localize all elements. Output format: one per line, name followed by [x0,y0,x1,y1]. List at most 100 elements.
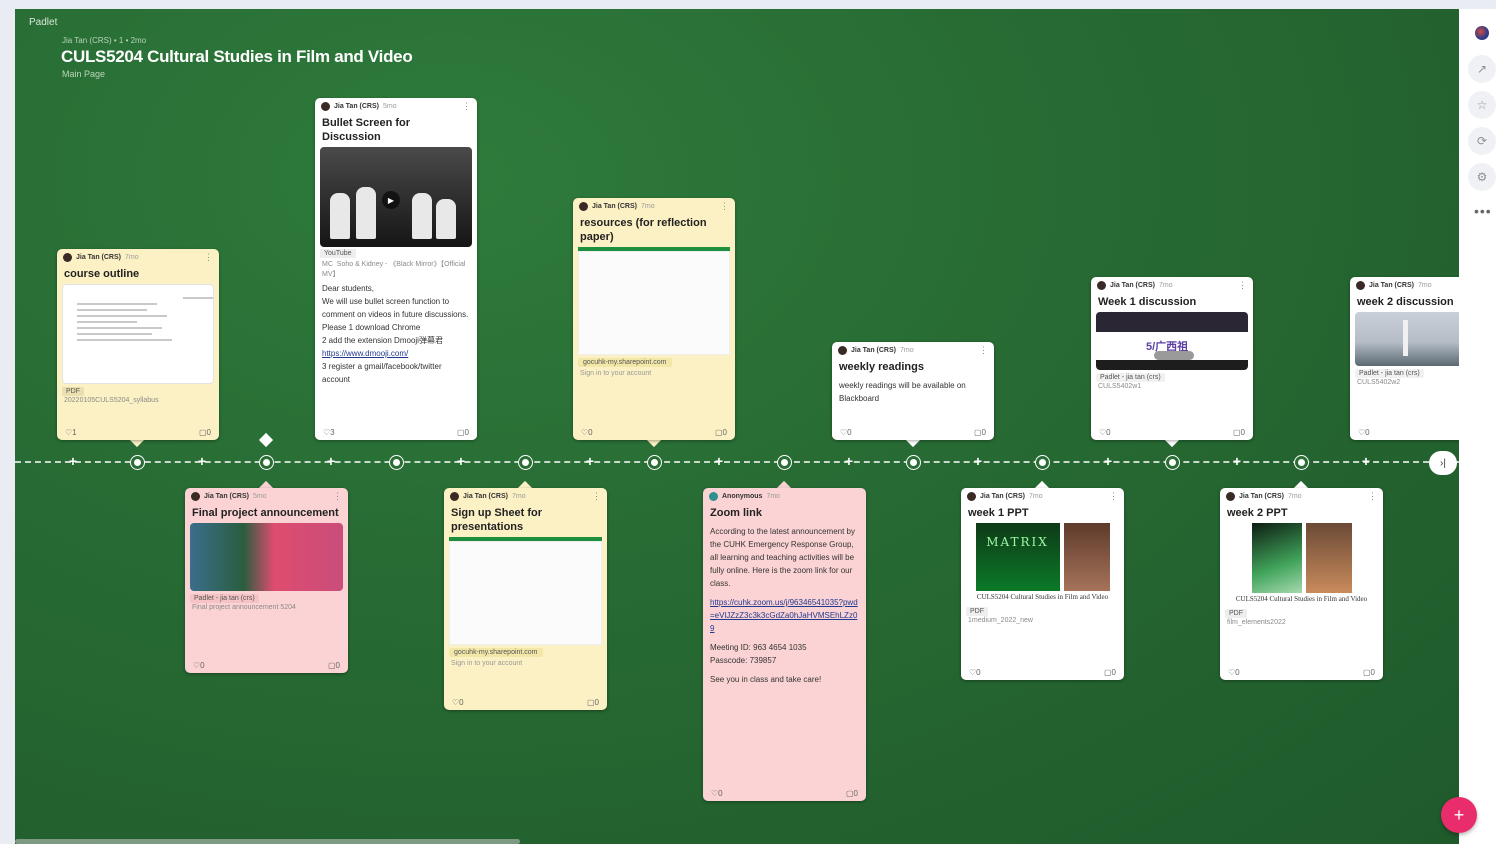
play-icon[interactable]: ▶ [382,191,400,209]
author-avatar [838,345,847,355]
comment-count: ▢0 [327,660,340,670]
add-post-plus-icon[interactable]: + [196,453,208,469]
author-name: Jia Tan (CRS) [76,253,121,261]
add-post-plus-icon[interactable]: + [584,453,596,469]
post-title: course outline [64,268,140,280]
share-icon[interactable]: ↗ [1468,55,1496,83]
comment-icon[interactable]: ▢ [1363,668,1371,677]
add-post-button[interactable]: + [1441,797,1477,833]
link-preview-image[interactable]: 5/广西祖 [1096,312,1248,370]
link-domain[interactable]: gocuhk-my.sharepoint.com [578,358,672,367]
comment-icon[interactable]: ▢ [199,428,207,437]
more-menu-icon[interactable]: ••• [1474,203,1492,219]
timeline-node [519,456,532,469]
more-options-icon[interactable]: ⋮ [333,491,342,502]
like-count: ♡0 [840,427,852,437]
more-options-icon[interactable]: ⋮ [592,491,601,502]
comment-icon[interactable]: ▢ [715,428,723,437]
comment-count: ▢0 [973,427,986,437]
add-post-plus-icon[interactable]: + [455,453,467,469]
comment-icon[interactable]: ▢ [1233,428,1241,437]
post-card-week1-ppt[interactable]: Jia Tan (CRS) 7mo ⋮ week 1 PPT MATRIX CULS… [961,488,1124,680]
more-options-icon[interactable]: ⋮ [1238,280,1247,291]
pdf-preview[interactable] [62,284,214,384]
add-post-plus-icon[interactable]: + [67,453,79,469]
timeline-node [1166,456,1179,469]
pdf-preview[interactable] [1220,523,1383,593]
more-options-icon[interactable]: ⋮ [1109,491,1118,502]
post-title: Zoom link [710,507,762,519]
zoom-meeting-link[interactable]: https://cuhk.zoom.us/j/96346541035?pwd=e… [710,596,859,635]
comment-icon[interactable]: ▢ [846,789,854,798]
post-age: 7mo [900,346,914,354]
link-preview-image[interactable] [190,523,343,591]
post-body: Dear students, We will use bullet screen… [322,284,470,384]
post-card-week1-discussion[interactable]: Jia Tan (CRS) 7mo ⋮ Week 1 discussion 5/广西… [1091,277,1253,440]
add-post-plus-icon[interactable]: + [1231,453,1243,469]
add-post-plus-icon[interactable]: + [325,453,337,469]
link-source[interactable]: Padlet - jia tan (crs) [1096,373,1165,382]
video-thumbnail[interactable]: ▶ [320,147,472,247]
post-title: week 1 PPT [968,507,1029,519]
comment-count: ▢0 [586,697,599,707]
post-card-weekly-readings[interactable]: Jia Tan (CRS) 7mo ⋮ weekly readings weekly… [832,342,994,440]
link-source[interactable]: Padlet - jia tan (crs) [1355,369,1424,378]
user-avatar[interactable] [1468,19,1496,47]
sheet-preview[interactable] [578,251,730,355]
comment-icon[interactable]: ▢ [328,661,336,670]
timeline-node [907,456,920,469]
comment-icon[interactable]: ▢ [587,698,595,707]
dmooji-link[interactable]: https://www.dmooji.com/ [322,347,470,360]
like-count: ♡0 [969,667,981,677]
more-options-icon[interactable]: ⋮ [720,201,729,212]
author-name: Jia Tan (CRS) [592,202,637,210]
star-icon[interactable]: ☆ [1468,91,1496,119]
post-card-week2-discussion[interactable]: Jia Tan (CRS)7mo⋮ week 2 discussion Padl… [1350,277,1459,440]
horizontal-scrollbar[interactable] [15,839,520,844]
timeline-node [648,456,661,469]
post-card-week2-ppt[interactable]: Jia Tan (CRS) 7mo ⋮ week 2 PPT CULS5204 Cu… [1220,488,1383,680]
post-card-bullet-screen[interactable]: Jia Tan (CRS) 5mo ⋮ Bullet Screen for Disc… [315,98,477,440]
post-card-course-outline[interactable]: Jia Tan (CRS) 7mo ⋮ course outline PDF 202… [57,249,219,440]
post-age: 7mo [641,202,655,210]
post-age: 7mo [766,492,781,500]
post-card-zoom-link[interactable]: Anonymous 7mo Zoom link According to the … [703,488,866,801]
scroll-to-end-button[interactable]: ›| [1429,451,1457,475]
link-preview-image[interactable] [1355,312,1459,366]
board-title: CULS5204 Cultural Studies in Film and Vi… [61,47,413,66]
board-meta: Jia Tan (CRS) • 1 • 2mo [62,36,147,45]
add-post-plus-icon[interactable]: + [1102,453,1114,469]
author-avatar [1097,280,1106,290]
right-toolbar: ↗ ☆ ⟳ ⚙ ••• [1459,9,1496,844]
more-options-icon[interactable]: ⋮ [204,252,213,263]
post-age: 7mo [125,253,139,261]
post-title: Sign up Sheet for presentations [451,507,543,533]
settings-gear-icon[interactable]: ⚙ [1468,163,1496,191]
remake-icon[interactable]: ⟳ [1468,127,1496,155]
post-card-resources[interactable]: Jia Tan (CRS) 7mo ⋮ resources (for reflect… [573,198,735,440]
comment-icon[interactable]: ▢ [1104,668,1112,677]
add-post-plus-icon[interactable]: + [972,453,984,469]
more-options-icon[interactable]: ⋮ [979,345,988,356]
add-post-plus-icon[interactable]: + [713,453,725,469]
pdf-badge: PDF [966,607,988,616]
post-card-sign-up-sheet[interactable]: Jia Tan (CRS) 7mo ⋮ Sign up Sheet for pres… [444,488,607,710]
post-age: 7mo [1418,281,1432,289]
more-options-icon[interactable]: ⋮ [462,101,471,112]
link-domain[interactable]: gocuhk-my.sharepoint.com [449,648,543,657]
post-age: 7mo [512,492,526,500]
like-count: ♡0 [1099,427,1111,437]
comment-icon[interactable]: ▢ [974,428,982,437]
author-name: Jia Tan (CRS) [463,492,508,500]
link-source[interactable]: Padlet - jia tan (crs) [190,594,259,603]
post-age: 5mo [383,102,397,110]
sheet-preview[interactable] [449,541,602,645]
add-post-plus-icon[interactable]: + [1360,453,1372,469]
comment-icon[interactable]: ▢ [457,428,465,437]
pdf-preview[interactable]: MATRIX [961,523,1124,591]
more-options-icon[interactable]: ⋮ [1368,491,1377,502]
post-card-final-project[interactable]: Jia Tan (CRS) 5mo ⋮ Final project announce… [185,488,348,673]
comment-count: ▢0 [1103,667,1116,677]
post-title: Week 1 discussion [1098,296,1197,308]
add-post-plus-icon[interactable]: + [843,453,855,469]
